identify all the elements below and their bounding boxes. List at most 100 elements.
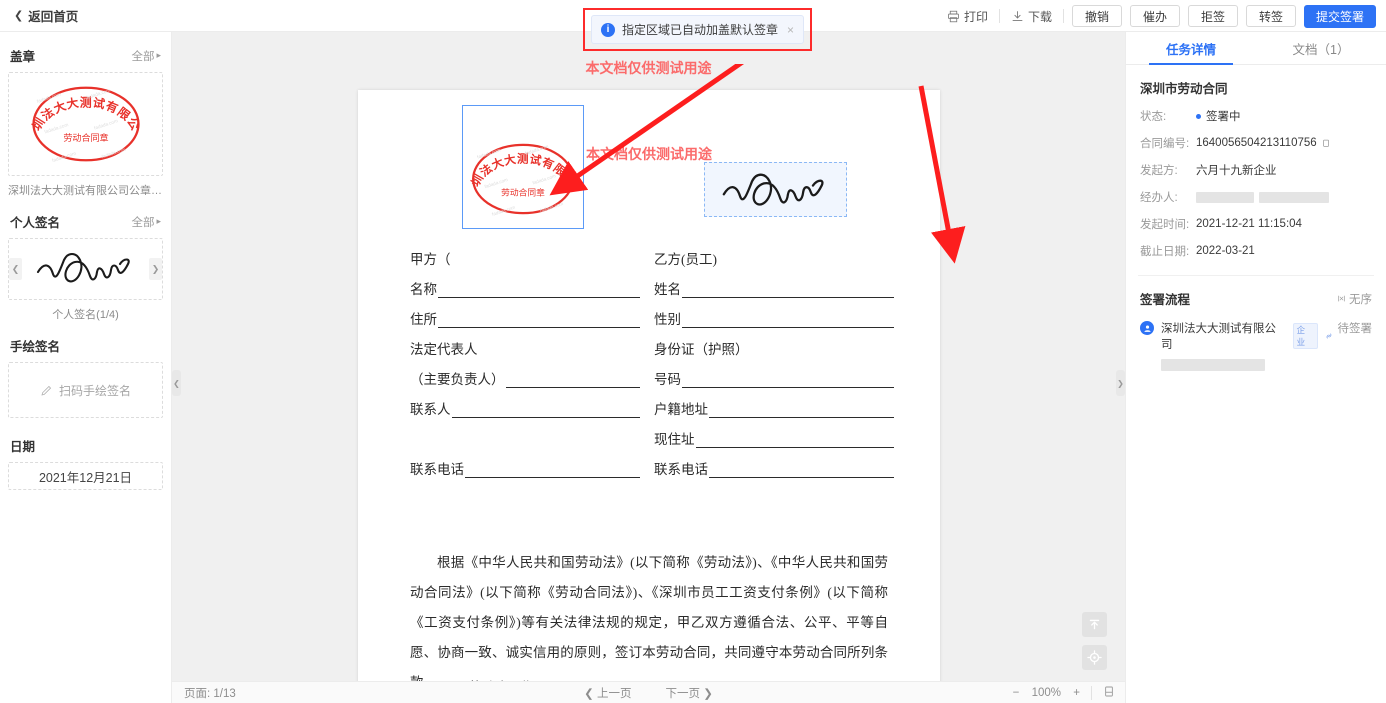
- party-b-column: 乙方(员工) 姓名 性别 身份证（护照） 号码 户籍地址 现住址 联系电话: [654, 238, 894, 478]
- form-label: 联系电话: [410, 462, 464, 477]
- urge-button[interactable]: 催办: [1129, 5, 1180, 27]
- svg-text:fadada.com: fadada.com: [93, 118, 119, 131]
- form-fill-line: [438, 282, 640, 298]
- svg-text:劳动合同章: 劳动合同章: [63, 132, 108, 143]
- handdraw-section-title: 手绘签名: [10, 340, 61, 354]
- form-label: 性别: [654, 312, 681, 327]
- form-fill-line: [695, 432, 894, 448]
- next-signature-button[interactable]: ❯: [149, 258, 162, 280]
- reject-button[interactable]: 拒签: [1187, 5, 1238, 27]
- document-content: 本文档仅供测试用途 甲方（ 名称 住所 法定代表人 （主要负责人） 联系人 联系…: [358, 90, 940, 698]
- form-row: 名称: [410, 268, 640, 298]
- fit-page-icon: [1105, 686, 1113, 696]
- personal-signature-section-header: 个人签名 全部 ▸: [10, 212, 161, 231]
- revoke-button[interactable]: 撤销: [1071, 5, 1122, 27]
- placed-seal-widget[interactable]: 深圳法大大测试有限公司 劳动合同章 fadada.com fadada.com …: [457, 105, 584, 229]
- print-button[interactable]: 打印: [936, 8, 999, 25]
- form-row: 联系人: [410, 388, 640, 418]
- field-handler-key: 经办人:: [1140, 192, 1178, 204]
- contract-number-text: 16400565042131107​56: [1196, 137, 1317, 149]
- svg-text:fadada.com: fadada.com: [477, 147, 502, 159]
- signing-order-mode[interactable]: 无序: [1337, 291, 1372, 307]
- printer-icon: [948, 10, 959, 22]
- svg-text:劳动合同章: 劳动合同章: [501, 187, 545, 198]
- download-icon: [1012, 10, 1023, 21]
- seal-section-title: 盖章: [10, 50, 36, 64]
- next-page-button[interactable]: 下一页 ❯: [666, 685, 713, 701]
- page-indicator: 页面: 1/13: [184, 687, 236, 700]
- field-contract-number-key: 合同编号:: [1140, 138, 1190, 150]
- date-chip[interactable]: 2021年12月21日: [8, 462, 163, 490]
- fit-page-button[interactable]: [1103, 685, 1115, 701]
- chevron-left-icon: ❮: [14, 10, 24, 22]
- field-status-key: 状态:: [1140, 111, 1167, 123]
- form-row: 户籍地址: [654, 388, 894, 418]
- form-label: 甲方（: [410, 252, 451, 267]
- zoom-level-label: 100%: [1031, 686, 1061, 699]
- prev-page-label: 上一页: [597, 687, 632, 700]
- form-fill-line: [682, 372, 894, 388]
- form-label: 现住址: [654, 432, 695, 447]
- seal-thumbnail[interactable]: 深圳法大大测试有限公司 劳动合同章 fadada.com fadada.com …: [8, 72, 163, 176]
- signing-party-info: 深圳法大大测试有限公司 企业: [1161, 320, 1334, 376]
- personal-signature-title: 个人签名: [10, 216, 61, 230]
- download-button[interactable]: 下载: [1000, 8, 1063, 25]
- personal-signature-view-all-link[interactable]: 全部 ▸: [131, 214, 161, 230]
- seal-caption: 深圳法大大测试有限公司公章(1/1): [8, 185, 163, 197]
- submit-signature-button[interactable]: 提交签署: [1303, 4, 1376, 28]
- field-handler-value: [1196, 191, 1329, 203]
- field-deadline: 截止日期: 2022-03-21: [1140, 243, 1386, 259]
- svg-text:fadada.com: fadada.com: [532, 173, 557, 185]
- form-fill-line: [682, 312, 894, 328]
- document-viewer[interactable]: 本文档仅供测试用途 甲方（ 名称 住所 法定代表人 （主要负责人） 联系人 联系…: [172, 32, 1125, 703]
- signing-party-name-row: 深圳法大大测试有限公司 企业: [1161, 320, 1334, 352]
- signing-party-name: 深圳法大大测试有限公司: [1161, 323, 1276, 351]
- back-home-button[interactable]: ❮ 返回首页: [14, 6, 78, 25]
- chevron-right-icon: ▸: [156, 50, 161, 60]
- close-icon[interactable]: ×: [787, 23, 794, 37]
- tab-documents[interactable]: 文档（1）: [1256, 32, 1386, 64]
- scroll-to-top-button[interactable]: [1082, 612, 1107, 637]
- zoom-in-button[interactable]: +: [1073, 687, 1080, 699]
- party-type-badge: 企业: [1292, 323, 1318, 349]
- form-row: 甲方（: [410, 238, 640, 268]
- personal-signature-thumbnail[interactable]: ❮ ❯: [8, 238, 163, 300]
- signature-app-window: ❮ 返回首页 打印 下载 撤销 催办 拒签 转签 提交签署 i 指定区域已自动加…: [0, 0, 1386, 703]
- signing-flow-title: 签署流程: [1140, 293, 1191, 307]
- signing-party-status: 待签署: [1337, 323, 1373, 335]
- transfer-button[interactable]: 转签: [1245, 5, 1296, 27]
- divider: [1091, 685, 1092, 700]
- form-label: 名称: [410, 282, 437, 297]
- copy-icon[interactable]: [1322, 138, 1332, 149]
- svg-text:fadada.com: fadada.com: [100, 147, 126, 160]
- personal-signature-caption: 个人签名(1/4): [52, 309, 119, 321]
- link-icon[interactable]: [1324, 331, 1334, 341]
- placed-signature-widget[interactable]: [704, 162, 847, 217]
- collapse-right-handle[interactable]: ❯: [1116, 370, 1125, 396]
- prev-signature-button[interactable]: ❮: [9, 258, 22, 280]
- field-deadline-value: 2022-03-21: [1196, 245, 1255, 257]
- field-contract-number-value: 16400565042131107​56: [1196, 137, 1332, 149]
- back-home-label: 返回首页: [28, 10, 79, 24]
- form-label: 联系电话: [654, 462, 708, 477]
- tab-task-details[interactable]: 任务详情: [1126, 32, 1256, 65]
- form-label: 身份证（护照）: [654, 342, 749, 357]
- avatar: [1140, 321, 1154, 335]
- placed-seal-image: 深圳法大大测试有限公司 劳动合同章 fadada.com fadada.com …: [457, 124, 576, 217]
- field-start-time: 发起时间: 2021-12-21 11:15:04: [1140, 216, 1386, 232]
- prev-page-button[interactable]: ❮ 上一页: [584, 685, 631, 701]
- masked-block: [1196, 191, 1254, 203]
- right-detail-panel: 任务详情 文档（1） 深圳市劳动合同 状态: 签署中 合同编号: 1640056…: [1125, 32, 1386, 703]
- zoom-out-button[interactable]: −: [1013, 687, 1020, 699]
- field-start-time-value: 2021-12-21 11:15:04: [1196, 218, 1302, 230]
- signing-order-mode-label: 无序: [1349, 293, 1372, 306]
- scan-to-handdraw-button[interactable]: 扫码手绘签名: [8, 362, 163, 418]
- collapse-left-handle[interactable]: ❮: [172, 370, 181, 396]
- locate-signature-button[interactable]: [1082, 645, 1107, 670]
- date-section-title: 日期: [10, 440, 36, 454]
- status-dot-icon: [1196, 113, 1201, 119]
- seal-view-all-link[interactable]: 全部 ▸: [131, 48, 161, 64]
- form-row: （主要负责人）: [410, 358, 640, 388]
- company-seal-image: 深圳法大大测试有限公司 劳动合同章 fadada.com fadada.com …: [24, 78, 142, 164]
- seal-view-all-label: 全部: [131, 50, 155, 63]
